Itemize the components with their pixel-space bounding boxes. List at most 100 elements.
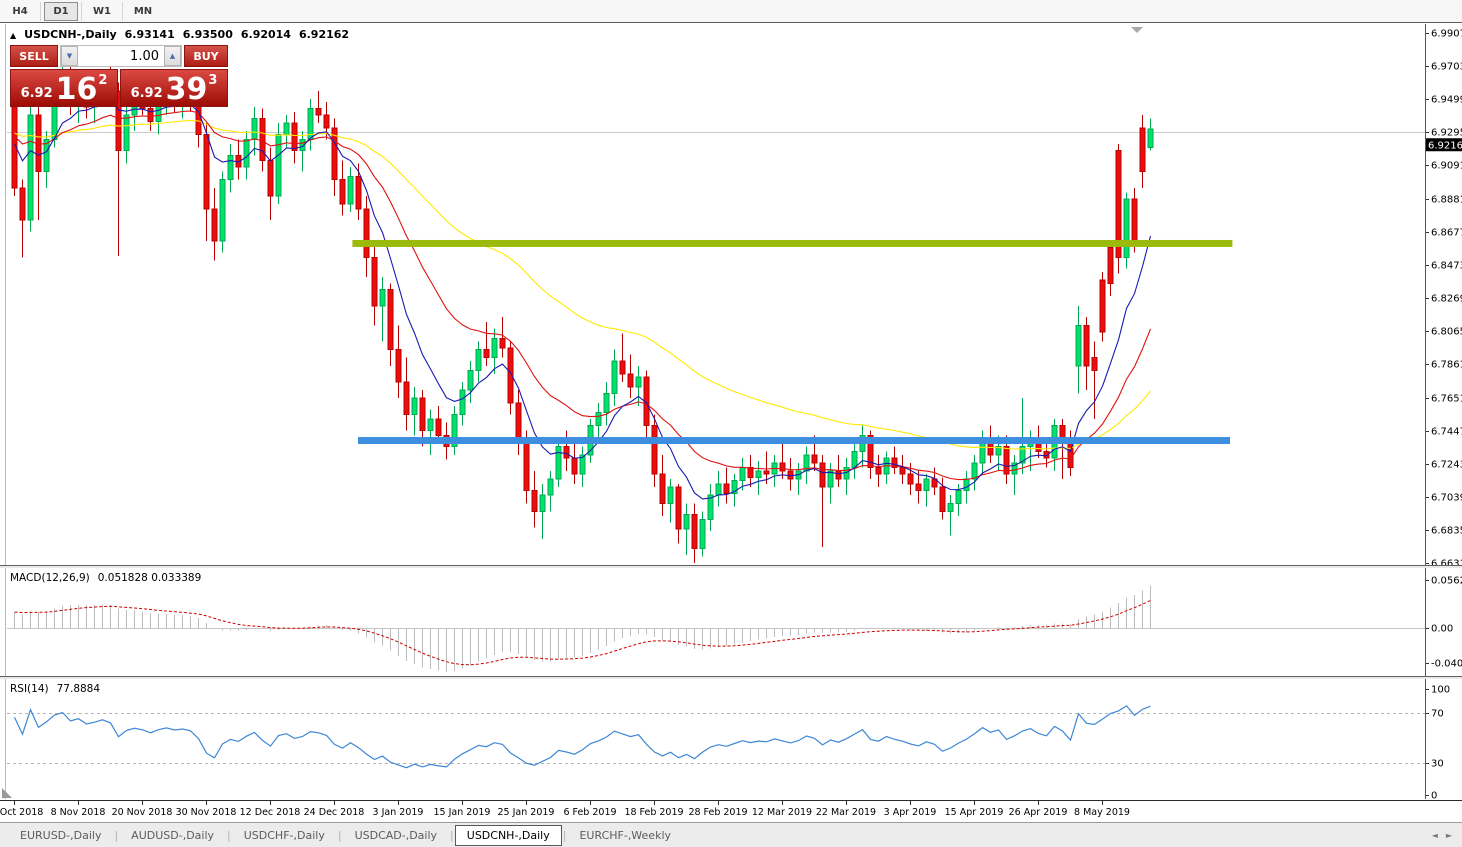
chart-header: ▲ USDCNH-,Daily 6.93141 6.93500 6.92014 … [10,28,349,41]
date-tick [270,801,271,805]
price-axis-label: 6.70390 [1431,492,1462,503]
rsi-axis-label: 0 [1431,791,1437,800]
tab-separator: | [227,828,231,842]
quote-high: 6.93500 [182,28,233,41]
price-axis-label: 6.92950 [1431,128,1462,139]
date-tick [14,801,15,805]
price-axis-label: 6.99070 [1431,28,1462,39]
macd-indicator-panel: 0.056211 0.00 -0.040218 MACD(12,26,9) 0.05… [0,568,1462,676]
bid-price-prefix: 6.92 [20,86,53,101]
one-click-trading-panel: SELL ▼ ▲ BUY 6.92 16 2 6.92 39 3 [10,45,228,107]
support-line[interactable] [358,437,1230,445]
timeframe-button-w1[interactable]: W1 [85,2,119,21]
macd-name: MACD(12,26,9) [10,572,90,584]
date-tick [206,801,207,805]
volume-stepper: ▼ ▲ [60,45,182,67]
volume-input[interactable] [78,46,164,66]
tab-separator: | [337,828,342,842]
bid-price-point: 2 [98,73,108,88]
macd-header: MACD(12,26,9) 0.051828 0.033389 [10,572,201,584]
tabs-scroll-left-icon[interactable]: ◄ [1432,831,1438,840]
price-axis-label: 6.80650 [1431,326,1462,337]
collapse-icon[interactable]: ▲ [10,31,16,40]
terminal-window: H4D1W1MN 6.990706.970306.949906.929506.9… [0,0,1462,847]
date-axis[interactable]: 29 Oct 20188 Nov 201820 Nov 201830 Nov 2… [0,800,1462,822]
price-axis-label: 6.72430 [1431,459,1462,470]
price-axis-label: 6.78610 [1431,359,1462,370]
resistance-line[interactable] [352,239,1233,247]
price-axis-label: 6.97030 [1431,61,1462,72]
chart-tab-bar: EURUSD-,Daily | AUDUSD-,Daily | USDCHF-,Dail… [0,822,1462,847]
date-tick [718,801,719,805]
tab-eurchf-weekly[interactable]: EURCHF-,Weekly [567,825,683,846]
toolbar-separator [81,1,82,21]
date-tick [846,801,847,805]
quote-low: 6.92014 [240,28,291,41]
date-tick [910,801,911,805]
rsi-line [13,705,1151,769]
tab-usdcad-daily[interactable]: USDCAD-,Daily [343,825,449,846]
macd-axis-label: -0.040218 [1431,659,1462,670]
volume-decrease-button[interactable]: ▼ [61,46,78,66]
ask-price-point: 3 [208,73,218,88]
rsi-canvas[interactable]: 100 70 30 0 [0,679,1462,799]
date-tick [654,801,655,805]
date-tick [142,801,143,805]
date-tick [334,801,335,805]
rsi-header: RSI(14) 77.8884 [10,683,100,695]
panel-resize-grip-icon[interactable] [2,788,12,798]
timeframe-button-h4[interactable]: H4 [3,2,37,21]
tab-usdchf-daily[interactable]: USDCHF-,Daily [232,825,337,846]
candles [11,58,1154,564]
price-chart-panel: 6.99070 6.97030 6.94990 6.92950 6.90910 6.888… [0,24,1462,565]
current-price-tag: 6.92162 [1426,138,1462,152]
timeframe-toolbar: H4 D1 W1 MN [0,0,1462,23]
price-axis-label: 6.82690 [1431,293,1462,304]
macd-values: 0.051828 0.033389 [97,572,202,584]
chart-shift-marker-icon[interactable] [1131,27,1143,33]
toolbar-separator [40,1,41,21]
ask-price-box[interactable]: 6.92 39 3 [120,69,228,107]
tab-separator: | [450,828,454,842]
rsi-values: 77.8884 [56,683,101,695]
date-tick [398,801,399,805]
timeframe-button-d1[interactable]: D1 [44,1,78,21]
chart-symbol-label: USDCNH-,Daily [24,28,117,41]
bid-price-pips: 16 [55,72,98,107]
price-axis-label: 6.94990 [1431,95,1462,106]
date-tick [462,801,463,805]
rsi-indicator-panel: 100 70 30 0 RSI(14) 77.8884 [0,679,1462,799]
ask-price-prefix: 6.92 [130,86,163,101]
tab-eurusd-daily[interactable]: EURUSD-,Daily [8,825,113,846]
date-axis-label: 8 May 2019 [1074,807,1130,818]
macd-axis-label: 0.00 [1431,624,1453,635]
date-tick [782,801,783,805]
ask-price-pips: 39 [165,72,208,107]
ma-line-21 [14,110,1152,481]
date-tick [78,801,79,805]
svg-text:6.92162: 6.92162 [1428,140,1462,151]
rsi-axis-label: 30 [1431,759,1444,770]
buy-button[interactable]: BUY [184,45,228,67]
date-tick [974,801,975,805]
tab-audusd-daily[interactable]: AUDUSD-,Daily [119,825,226,846]
tabs-scroll-right-icon[interactable]: ► [1446,831,1452,840]
price-axis-label: 6.74470 [1431,426,1462,437]
macd-canvas[interactable]: 0.056211 0.00 -0.040218 [0,568,1462,676]
timeframe-button-mn[interactable]: MN [126,2,160,21]
quote-open: 6.93141 [124,28,175,41]
tab-separator: | [114,828,119,842]
sell-button[interactable]: SELL [10,45,58,67]
rsi-axis-label: 70 [1431,709,1444,720]
macd-axis-label: 0.056211 [1431,576,1462,587]
price-axis-label: 6.84730 [1431,260,1462,271]
ma-line-55 [14,119,1151,450]
volume-increase-button[interactable]: ▲ [164,46,181,66]
price-axis-label: 6.76510 [1431,393,1462,404]
price-axis-label: 6.90910 [1431,161,1462,172]
price-axis-label: 6.68350 [1431,525,1462,536]
price-axis-label: 6.86770 [1431,227,1462,238]
bid-price-box[interactable]: 6.92 16 2 [10,69,118,107]
tab-usdcnh-daily[interactable]: USDCNH-,Daily [454,824,562,846]
tab-separator: | [562,828,567,842]
